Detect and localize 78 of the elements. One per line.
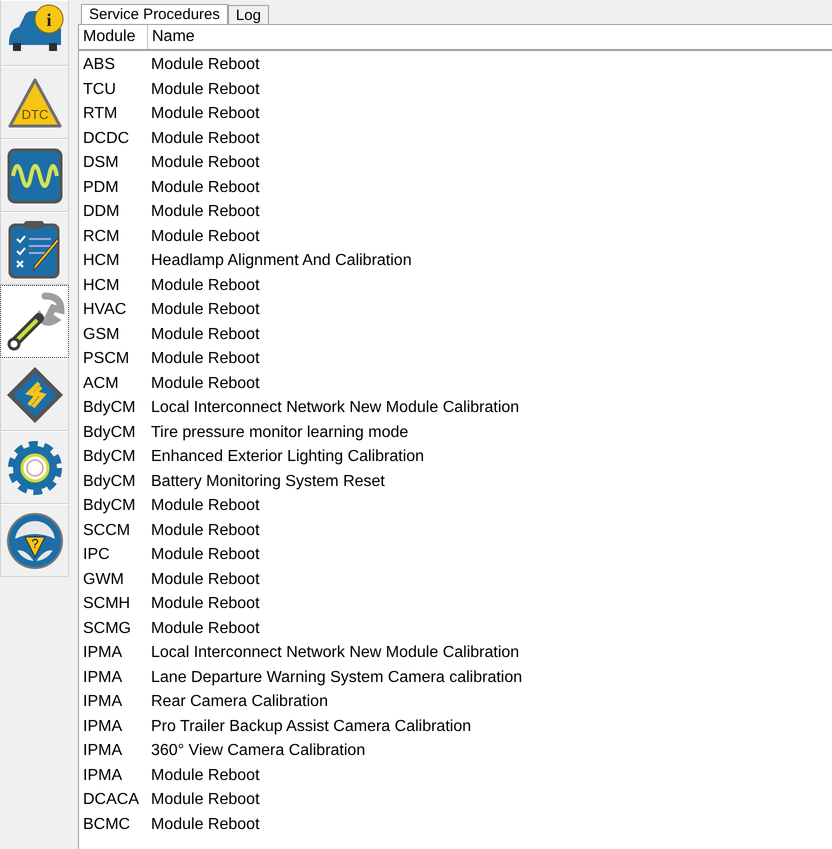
column-header[interactable]: Name bbox=[148, 25, 195, 49]
table-cell-text: IPMA bbox=[82, 742, 124, 760]
column-header[interactable]: Module bbox=[79, 25, 148, 49]
table-cell-text: SCMH bbox=[82, 595, 132, 614]
table-cell-text: Module Reboot bbox=[150, 620, 260, 638]
table-cell-text: Module Reboot bbox=[150, 350, 260, 368]
steering-wheel-help-icon: ? bbox=[4, 510, 64, 570]
table-cell-text: Module Reboot bbox=[150, 80, 260, 99]
table-cell-text: BdyCM bbox=[82, 399, 136, 418]
table-cell-text: Module Reboot bbox=[150, 228, 260, 246]
table-cell-text: Module Reboot bbox=[150, 816, 260, 834]
table-cell-text: DCACA bbox=[82, 791, 140, 810]
table-cell-text: PSCM bbox=[82, 350, 130, 368]
table-cell-text: Pro Trailer Backup Assist Camera Calibration bbox=[150, 718, 472, 736]
table-cell-text: BdyCM bbox=[82, 448, 136, 466]
table-cell-text: BdyCM bbox=[82, 424, 136, 442]
table-cell-text: IPMA bbox=[82, 668, 124, 687]
table-cell-text: DCDC bbox=[82, 130, 130, 148]
table-cell-text: DDM bbox=[82, 203, 120, 222]
table-cell-text: HVAC bbox=[82, 301, 128, 320]
table-cell-text: Module Reboot bbox=[150, 546, 260, 564]
table-cell-text: TCU bbox=[82, 80, 117, 99]
table-cell-text: Module Reboot bbox=[150, 326, 260, 344]
table-cell-text: GWM bbox=[82, 570, 125, 589]
table-cell-text: Battery Monitoring System Reset bbox=[150, 472, 385, 491]
table-cell-text: IPMA bbox=[82, 693, 124, 712]
sidebar-button[interactable]: ? bbox=[0, 504, 69, 577]
table-cell-text: BCMC bbox=[82, 816, 132, 834]
sidebar-button[interactable]: i bbox=[0, 0, 69, 66]
table-cell-text: Tire pressure monitor learning mode bbox=[150, 424, 408, 442]
table-cell-text: ABS bbox=[82, 56, 116, 74]
table-cell-text: SCCM bbox=[82, 522, 132, 540]
waveform-icon bbox=[6, 148, 62, 204]
tab[interactable]: Service Procedures bbox=[81, 4, 228, 24]
table-cell-text: Module Reboot bbox=[150, 497, 260, 516]
table-cell-text: Enhanced Exterior Lighting Calibration bbox=[150, 448, 424, 466]
checklist-icon bbox=[6, 218, 62, 278]
table-cell-text: Module Reboot bbox=[150, 56, 260, 74]
table-cell-text: BdyCM bbox=[82, 472, 136, 491]
table-cell-text: IPMA bbox=[82, 718, 124, 736]
table-cell-text: RCM bbox=[82, 228, 120, 246]
chip-icon bbox=[4, 364, 64, 424]
table-cell-text: IPMA bbox=[82, 644, 124, 662]
table-cell-text: Headlamp Alignment And Calibration bbox=[150, 252, 412, 270]
table-cell-text: HCM bbox=[82, 252, 120, 270]
table-cell-text: Rear Camera Calibration bbox=[150, 693, 328, 712]
wrench-icon bbox=[4, 292, 64, 352]
table-cell-text: Module Reboot bbox=[150, 595, 260, 614]
table-cell-text: 360° View Camera Calibration bbox=[150, 742, 366, 760]
table-cell-text: Module Reboot bbox=[150, 522, 260, 540]
table-cell-text: GSM bbox=[82, 326, 120, 344]
table-cell-text: Module Reboot bbox=[150, 374, 260, 393]
table-cell-text: Lane Departure Warning System Camera calibration bbox=[150, 668, 522, 687]
table-cell-text: Module Reboot bbox=[150, 130, 260, 148]
table-cell-text: PDM bbox=[82, 178, 120, 197]
table-cell-text: HCM bbox=[82, 276, 120, 295]
table-cell-text: Module Reboot bbox=[150, 105, 260, 124]
table-cell-text: Module Reboot bbox=[150, 301, 260, 320]
table-cell-text: IPC bbox=[82, 546, 111, 564]
table-cell-text: ACM bbox=[82, 374, 120, 393]
table-cell-text: Module Reboot bbox=[150, 276, 260, 295]
table-cell-text: Module Reboot bbox=[150, 791, 260, 810]
tab[interactable]: Log bbox=[228, 5, 269, 24]
warning-triangle-icon: DTC bbox=[6, 76, 62, 128]
table-cell-text: Module Reboot bbox=[150, 203, 260, 222]
table-cell-text: RTM bbox=[82, 105, 118, 124]
sidebar-button[interactable]: DTC bbox=[0, 66, 69, 139]
table-cell-text: Module Reboot bbox=[150, 570, 260, 589]
table-cell-text: Module Reboot bbox=[150, 766, 260, 785]
table-cell-text: Local Interconnect Network New Module Calibration bbox=[150, 399, 520, 418]
sidebar-button[interactable] bbox=[0, 285, 69, 358]
table-cell-text: IPMA bbox=[82, 766, 124, 785]
table-cell-text: SCMG bbox=[82, 620, 132, 638]
table-cell-text: BdyCM bbox=[82, 497, 136, 516]
table-cell-text: Local Interconnect Network New Module Calibration bbox=[150, 644, 520, 662]
table-cell-text: DSM bbox=[82, 154, 120, 172]
table-cell-text: Module Reboot bbox=[150, 154, 260, 172]
table-cell-text: Module Reboot bbox=[150, 178, 260, 197]
